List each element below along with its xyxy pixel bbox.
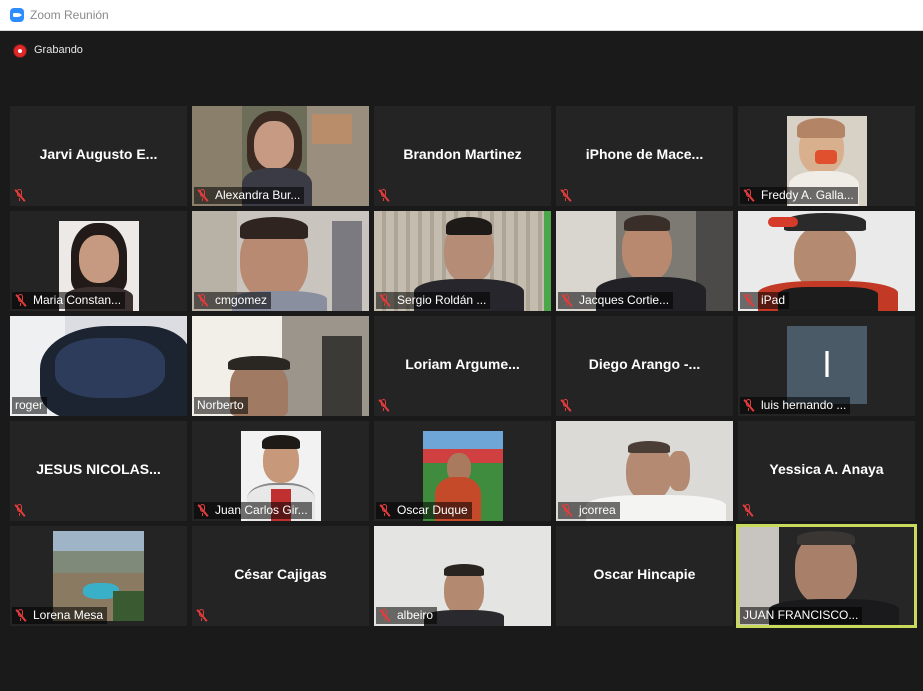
participant-name: Lorena Mesa bbox=[33, 608, 104, 622]
participant-name: albeiro bbox=[397, 608, 434, 622]
participant-tile[interactable]: Jacques Cortie... bbox=[556, 211, 733, 311]
participant-name-label: luis hernando ... bbox=[740, 397, 851, 414]
participant-tile[interactable]: JESUS NICOLAS... bbox=[10, 421, 187, 521]
participant-name: Alexandra Bur... bbox=[215, 188, 301, 202]
participant-name-label: Norberto bbox=[194, 397, 248, 414]
participant-tile[interactable]: cmgomez bbox=[192, 211, 369, 311]
participant-name-label: Sergio Roldán ... bbox=[376, 292, 491, 309]
muted-mic-icon bbox=[561, 504, 573, 517]
participant-avatar: l bbox=[787, 326, 867, 404]
recording-label: Grabando bbox=[34, 44, 83, 56]
muted-mic-icon bbox=[561, 294, 573, 307]
participant-display-name: JESUS NICOLAS... bbox=[36, 461, 161, 477]
muted-mic-icon bbox=[379, 609, 391, 622]
participant-name: Freddy A. Galla... bbox=[761, 188, 854, 202]
muted-mic-icon bbox=[378, 399, 390, 412]
participant-tile[interactable]: l luis hernando ... bbox=[738, 316, 915, 416]
participant-display-name: Loriam Argume... bbox=[405, 356, 520, 372]
participant-tile-active-speaker[interactable]: JUAN FRANCISCO... bbox=[736, 524, 917, 628]
participant-tile[interactable]: roger bbox=[10, 316, 187, 416]
participant-name: Sergio Roldán ... bbox=[397, 293, 487, 307]
participant-display-name: Yessica A. Anaya bbox=[769, 461, 884, 477]
participant-name-label: Alexandra Bur... bbox=[194, 187, 305, 204]
avatar-letter: l bbox=[823, 344, 831, 385]
participant-name-label: Lorena Mesa bbox=[12, 607, 108, 624]
muted-mic-icon bbox=[197, 504, 209, 517]
participant-name: Jacques Cortie... bbox=[579, 293, 670, 307]
participant-tile[interactable]: Lorena Mesa bbox=[10, 526, 187, 626]
muted-mic-icon bbox=[560, 399, 572, 412]
participant-display-name: Diego Arango -... bbox=[588, 356, 701, 372]
participant-name-label: iPad bbox=[740, 292, 790, 309]
participant-tile[interactable]: Freddy A. Galla... bbox=[738, 106, 915, 206]
participant-name-label: Oscar Duque bbox=[376, 502, 472, 519]
participant-tile[interactable]: César Cajigas bbox=[192, 526, 369, 626]
window-title: Zoom Reunión bbox=[30, 8, 109, 22]
participant-tile[interactable]: Juan Carlos Gir... bbox=[192, 421, 369, 521]
participant-name-label: roger bbox=[12, 397, 48, 414]
participant-tile[interactable]: jcorrea bbox=[556, 421, 733, 521]
participant-name: Oscar Duque bbox=[397, 503, 468, 517]
zoom-logo-icon bbox=[10, 8, 24, 22]
participant-name-label: Freddy A. Galla... bbox=[740, 187, 858, 204]
window-titlebar: Zoom Reunión bbox=[0, 0, 923, 31]
muted-mic-icon bbox=[743, 189, 755, 202]
muted-mic-icon bbox=[742, 504, 754, 517]
participant-name: jcorrea bbox=[579, 503, 616, 517]
muted-mic-icon bbox=[14, 189, 26, 202]
muted-mic-icon bbox=[379, 504, 391, 517]
participant-display-name: iPhone de Mace... bbox=[585, 146, 704, 162]
muted-mic-icon bbox=[196, 609, 208, 622]
participant-name: luis hernando ... bbox=[761, 398, 847, 412]
participant-name-label: Jacques Cortie... bbox=[558, 292, 674, 309]
participant-tile[interactable]: Loriam Argume... bbox=[374, 316, 551, 416]
participant-tile[interactable]: Alexandra Bur... bbox=[192, 106, 369, 206]
participant-tile[interactable]: Norberto bbox=[192, 316, 369, 416]
participant-name-label: Maria Constan... bbox=[12, 292, 126, 309]
participant-tile[interactable]: Oscar Hincapie bbox=[556, 526, 733, 626]
participant-tile[interactable]: albeiro bbox=[374, 526, 551, 626]
participant-tile[interactable]: Diego Arango -... bbox=[556, 316, 733, 416]
muted-mic-icon bbox=[15, 294, 27, 307]
participant-name: Juan Carlos Gir... bbox=[215, 503, 308, 517]
participant-tile[interactable]: Brandon Martinez bbox=[374, 106, 551, 206]
participant-name-label: JUAN FRANCISCO... bbox=[740, 607, 863, 624]
muted-mic-icon bbox=[15, 609, 27, 622]
participant-name: Maria Constan... bbox=[33, 293, 122, 307]
participant-name: Norberto bbox=[197, 398, 244, 412]
muted-mic-icon bbox=[197, 189, 209, 202]
participant-tile[interactable]: Sergio Roldán ... bbox=[374, 211, 551, 311]
participant-tile[interactable]: iPhone de Mace... bbox=[556, 106, 733, 206]
muted-mic-icon bbox=[560, 189, 572, 202]
muted-mic-icon bbox=[14, 504, 26, 517]
participant-name: roger bbox=[15, 398, 44, 412]
participant-display-name: Jarvi Augusto E... bbox=[39, 146, 158, 162]
participant-display-name: Brandon Martinez bbox=[403, 146, 522, 162]
recording-icon bbox=[14, 45, 26, 57]
muted-mic-icon bbox=[743, 399, 755, 412]
participant-display-name: César Cajigas bbox=[234, 566, 327, 582]
muted-mic-icon bbox=[379, 294, 391, 307]
participant-name-label: albeiro bbox=[376, 607, 438, 624]
participant-tile[interactable]: Jarvi Augusto E... bbox=[10, 106, 187, 206]
muted-mic-icon bbox=[743, 294, 755, 307]
participant-name-label: jcorrea bbox=[558, 502, 620, 519]
participant-name-label: Juan Carlos Gir... bbox=[194, 502, 312, 519]
participant-display-name: Oscar Hincapie bbox=[593, 566, 696, 582]
participant-tile[interactable]: Maria Constan... bbox=[10, 211, 187, 311]
participant-name: cmgomez bbox=[215, 293, 268, 307]
participant-tile[interactable]: Oscar Duque bbox=[374, 421, 551, 521]
participant-name-label: cmgomez bbox=[194, 292, 272, 309]
muted-mic-icon bbox=[378, 189, 390, 202]
participant-name: iPad bbox=[761, 293, 786, 307]
muted-mic-icon bbox=[197, 294, 209, 307]
participant-name: JUAN FRANCISCO... bbox=[743, 608, 859, 622]
participant-tile[interactable]: Yessica A. Anaya bbox=[738, 421, 915, 521]
participant-tile[interactable]: iPad bbox=[738, 211, 915, 311]
